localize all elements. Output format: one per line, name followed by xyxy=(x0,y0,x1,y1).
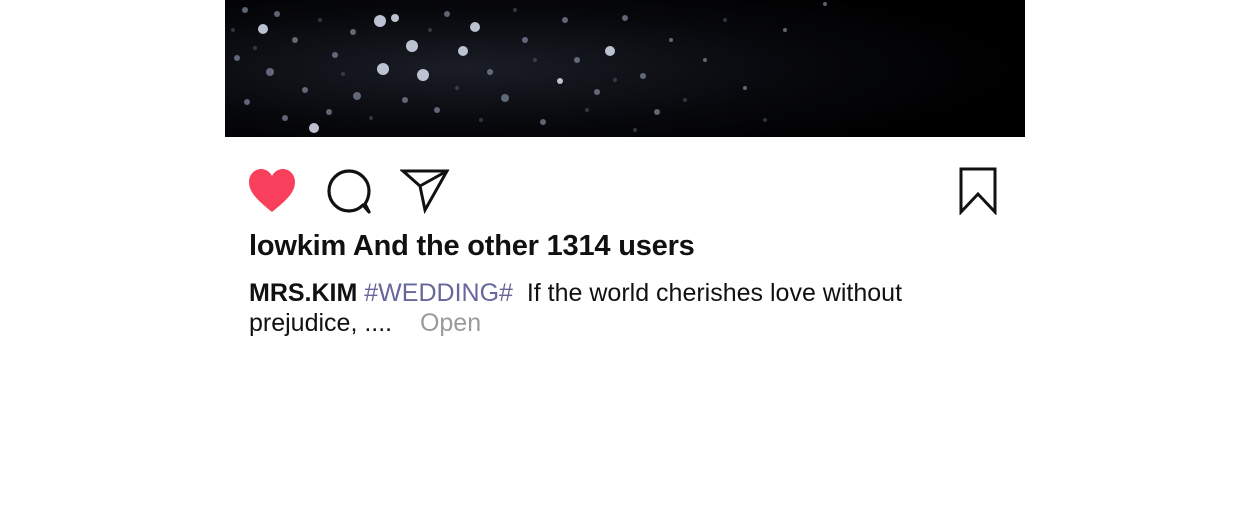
caption-username[interactable]: MRS.KIM xyxy=(249,279,357,307)
like-button[interactable] xyxy=(247,167,297,215)
likes-summary[interactable]: lowkim And the other 1314 users xyxy=(249,230,695,263)
heart-filled-icon xyxy=(249,169,295,212)
post-card: lowkim And the other 1314 users MRS.KIM … xyxy=(0,0,1250,513)
share-button[interactable] xyxy=(400,167,450,215)
comment-bubble-icon xyxy=(327,169,371,214)
caption-hashtag[interactable]: #WEDDING# xyxy=(364,279,513,307)
caption-text-continued: prejudice, .... xyxy=(249,309,393,337)
bookmark-icon xyxy=(959,167,997,215)
caption-text: If the world cherishes love without xyxy=(526,279,903,307)
caption-open-link[interactable]: Open xyxy=(420,309,481,337)
comment-button[interactable] xyxy=(324,167,374,215)
bokeh-image xyxy=(225,0,1025,137)
post-actions-bar xyxy=(225,137,1025,227)
post-photo[interactable] xyxy=(225,0,1025,137)
paper-plane-icon xyxy=(400,169,450,214)
save-button[interactable] xyxy=(953,167,1003,215)
post-caption: MRS.KIM #WEDDING# If the world cherishes… xyxy=(249,278,949,338)
